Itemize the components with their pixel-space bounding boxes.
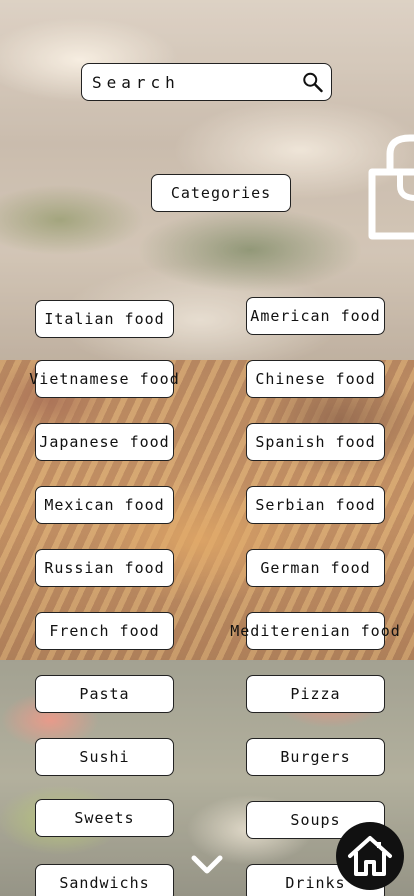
category-mediterenian-food[interactable]: Mediterenian food [230,612,400,650]
category-pizza[interactable]: Pizza [246,675,385,713]
category-spanish-food[interactable]: Spanish food [246,423,385,461]
home-icon [348,836,392,876]
category-french-food[interactable]: French food [35,612,174,650]
shopping-bag-icon[interactable] [366,132,414,242]
search-bar[interactable] [81,63,332,101]
home-button[interactable] [336,822,404,890]
category-pasta[interactable]: Pasta [35,675,174,713]
category-sandwichs[interactable]: Sandwichs [35,864,174,896]
category-sushi[interactable]: Sushi [35,738,174,776]
category-italian-food[interactable]: Italian food [35,300,174,338]
category-mexican-food[interactable]: Mexican food [35,486,174,524]
category-german-food[interactable]: German food [246,549,385,587]
category-sweets[interactable]: Sweets [35,799,174,837]
search-input[interactable] [92,64,302,100]
category-burgers[interactable]: Burgers [246,738,385,776]
category-chinese-food[interactable]: Chinese food [246,360,385,398]
search-icon[interactable] [302,68,323,96]
category-serbian-food[interactable]: Serbian food [246,486,385,524]
category-vietnamese-food[interactable]: Vietnamese food [29,360,179,398]
category-japanese-food[interactable]: Japanese food [35,423,174,461]
category-russian-food[interactable]: Russian food [35,549,174,587]
category-american-food[interactable]: American food [246,297,385,335]
categories-label: Categories [170,184,272,202]
chevron-down-icon[interactable] [190,852,224,878]
categories-button[interactable]: Categories [151,174,291,212]
